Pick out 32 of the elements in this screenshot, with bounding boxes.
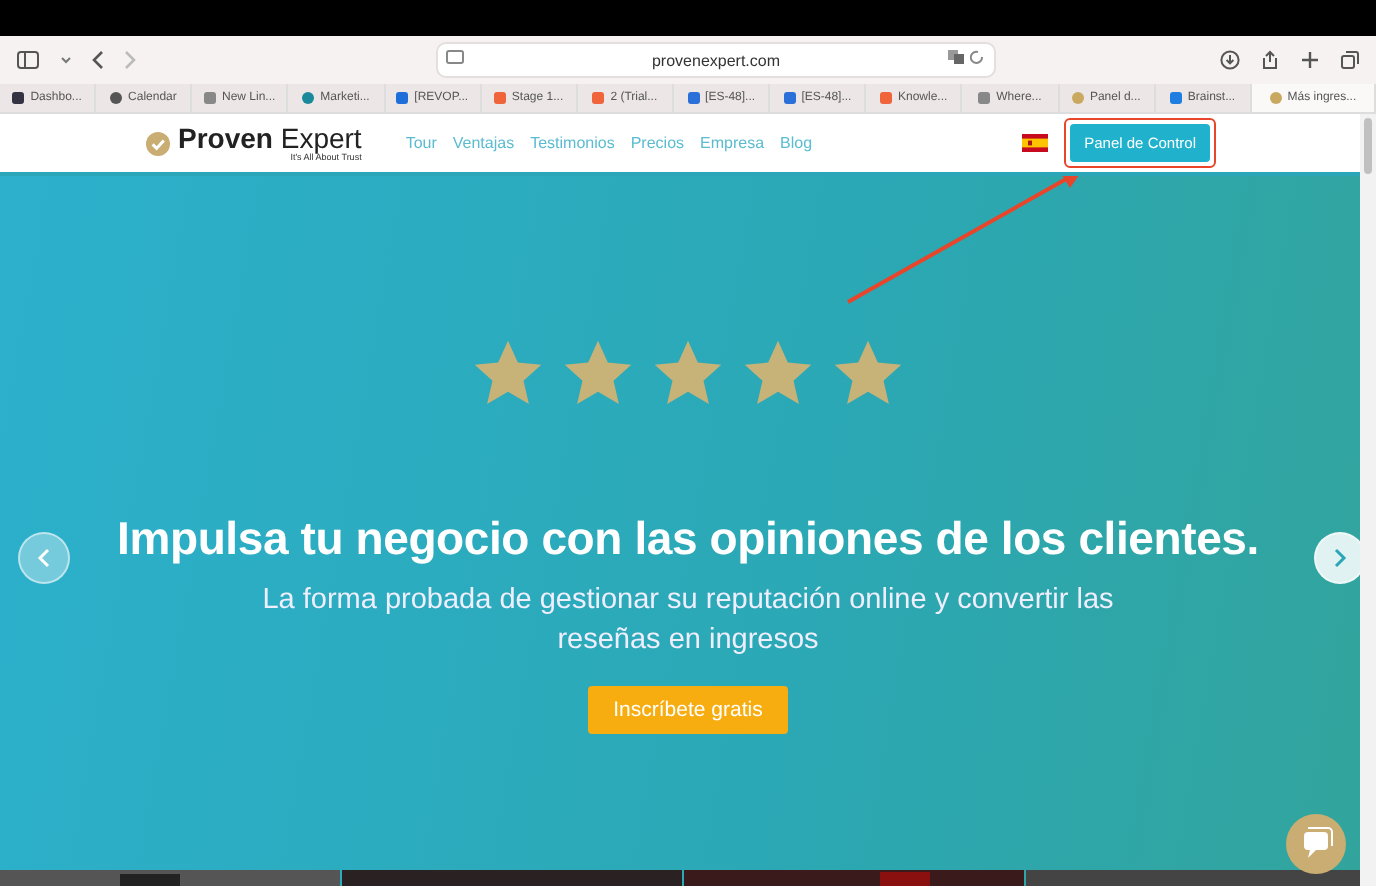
- site-icon: [396, 92, 409, 104]
- site-icon: [592, 92, 605, 104]
- new-tab-icon[interactable]: [1300, 50, 1320, 70]
- site-icon: [783, 92, 796, 104]
- site-icon: [879, 92, 892, 104]
- site-icon: [1169, 92, 1182, 104]
- chat-icon[interactable]: [1286, 814, 1346, 874]
- site-icon: [1269, 92, 1282, 104]
- address-bar[interactable]: provenexpert.com: [436, 42, 996, 78]
- site-icon: [978, 92, 991, 104]
- reload-icon[interactable]: [970, 50, 986, 64]
- tabs-overview-icon[interactable]: [1340, 50, 1360, 70]
- sidebar-icon[interactable]: [16, 50, 40, 70]
- site-icon: [204, 92, 216, 104]
- download-icon[interactable]: [1220, 50, 1240, 70]
- checkmark-badge-icon: [146, 131, 170, 155]
- brand-logo[interactable]: Proven Expert: [178, 123, 362, 152]
- site-icon: [493, 92, 506, 104]
- chevron-down-icon[interactable]: [60, 56, 72, 64]
- site-icon: [110, 92, 123, 104]
- site-icon: [12, 92, 25, 104]
- site-icon: [1071, 92, 1084, 104]
- hero-headline: Impulsa tu negocio con las opiniones de los clientes.: [117, 512, 1259, 566]
- page-icon[interactable]: [446, 50, 464, 66]
- share-icon[interactable]: [1260, 50, 1280, 70]
- url-text: provenexpert.com: [651, 51, 781, 69]
- spain-flag-icon[interactable]: [1022, 134, 1049, 152]
- back-icon[interactable]: [92, 50, 104, 70]
- site-icon: [302, 92, 315, 104]
- site-icon: [687, 92, 700, 104]
- translate-icon[interactable]: [948, 50, 964, 64]
- hero-subtitle: La forma probada de gestionar su reputación online y convertir las reseñas en ingresos: [260, 582, 1116, 660]
